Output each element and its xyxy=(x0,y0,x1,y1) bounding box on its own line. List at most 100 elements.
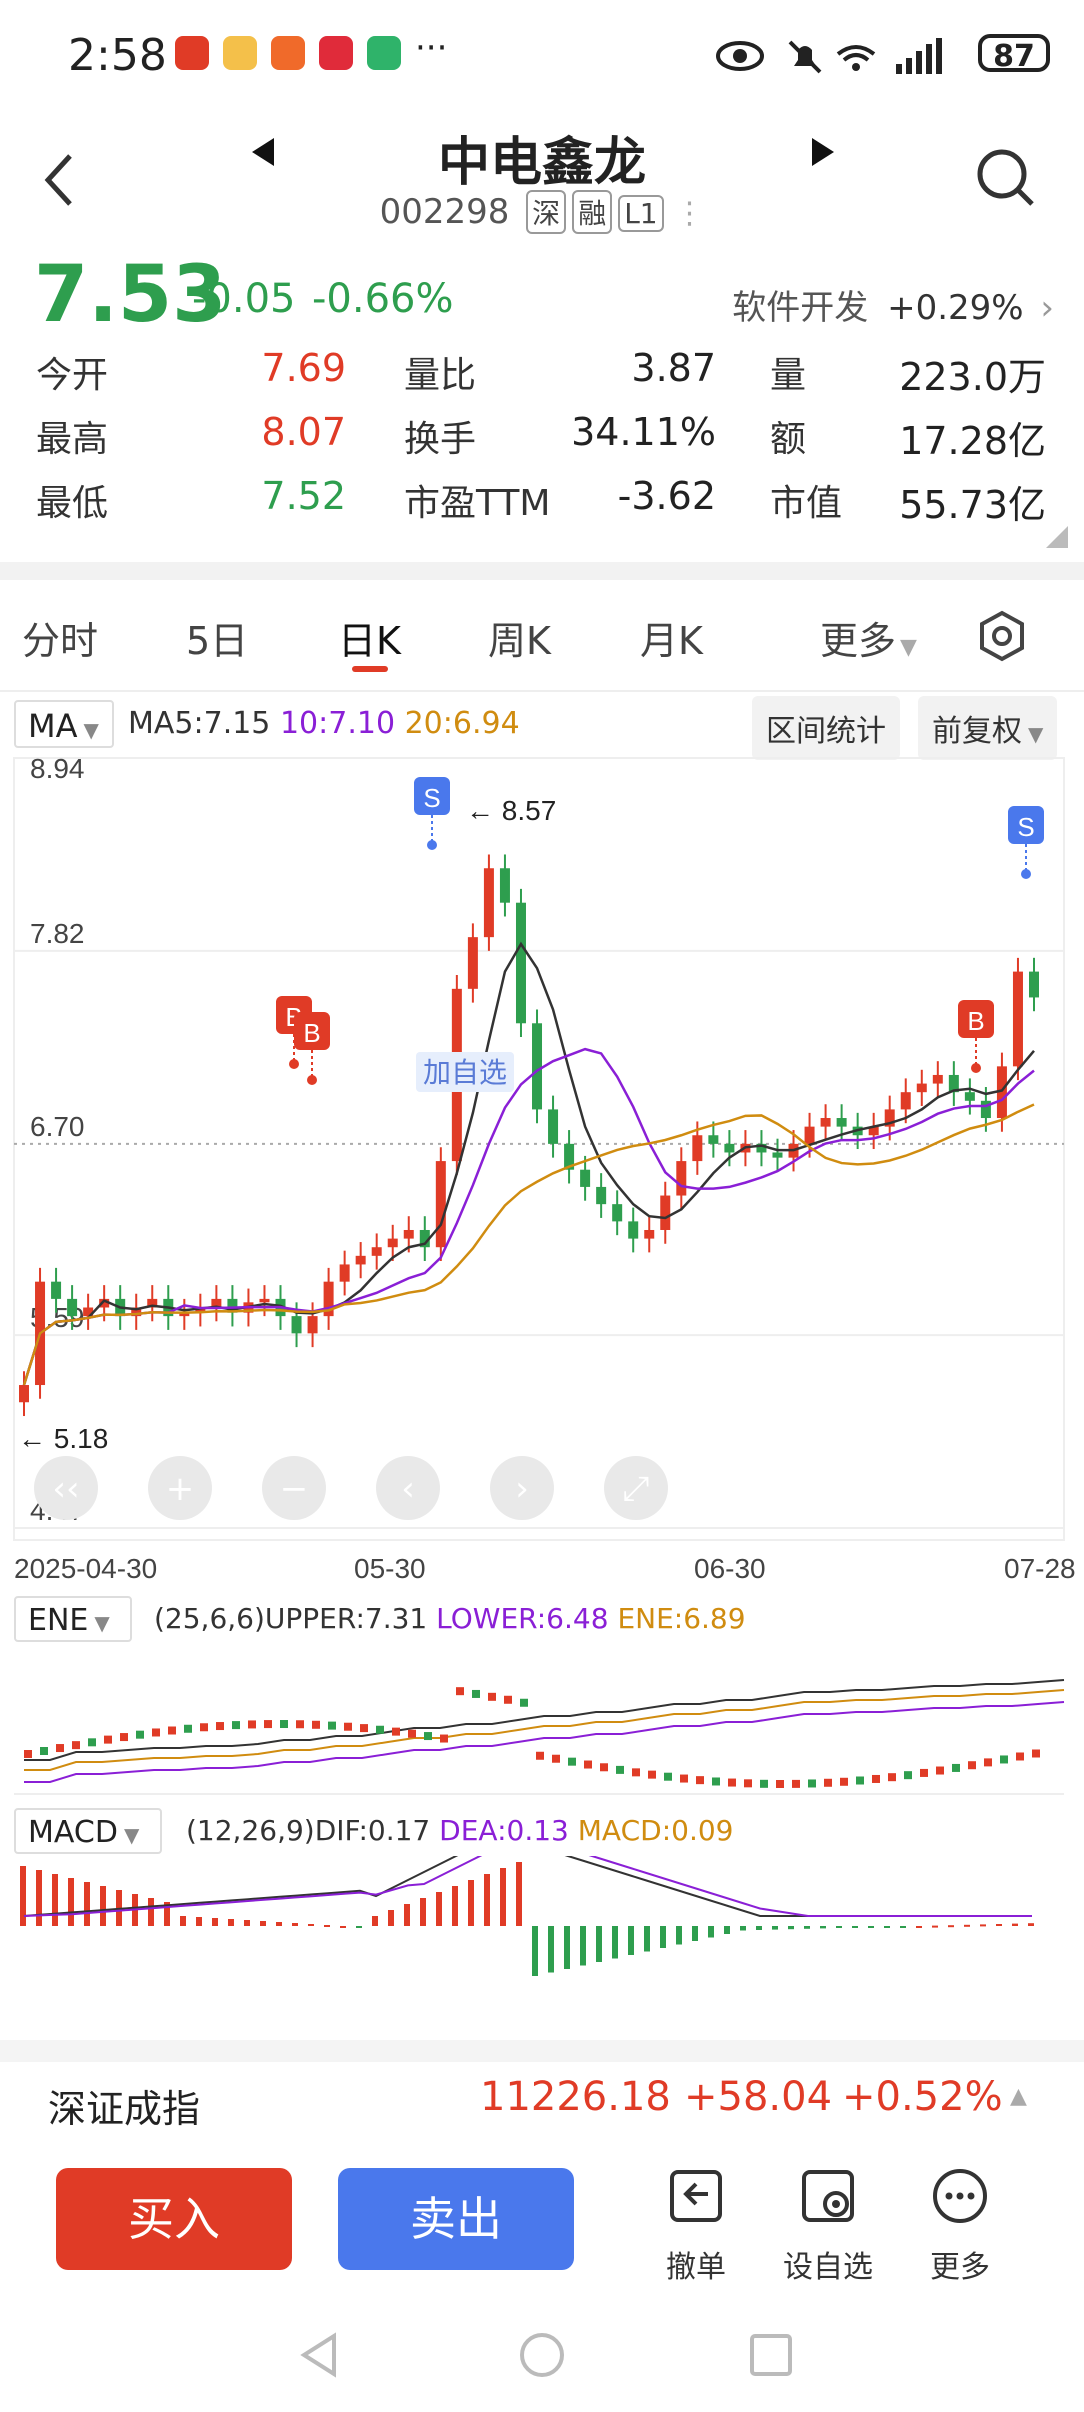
ene-candle xyxy=(152,1728,160,1737)
macd-chart[interactable] xyxy=(0,1856,1084,2016)
search-icon[interactable] xyxy=(976,148,1036,210)
candle-body xyxy=(708,1135,719,1144)
ene-candle xyxy=(616,1765,624,1774)
macd-bar xyxy=(340,1926,346,1928)
ene-candle xyxy=(568,1757,576,1766)
quote-value: -3.62 xyxy=(617,474,716,518)
ene-candle xyxy=(584,1760,592,1769)
ene-candle xyxy=(760,1779,768,1788)
ene-candle xyxy=(264,1720,272,1729)
ene-candle xyxy=(232,1721,240,1730)
tab-more[interactable]: 更多 ▼ xyxy=(820,610,917,665)
more-dots-icon[interactable]: ⋮ xyxy=(674,196,704,231)
status-time: 2:58 xyxy=(68,30,167,81)
more-actions-label: 更多 xyxy=(930,2250,990,2285)
tab-intraday[interactable]: 分时 xyxy=(22,610,98,665)
ene-candle xyxy=(680,1774,688,1783)
ene-candle xyxy=(248,1720,256,1729)
kline-chart[interactable]: 8.947.826.705.594.47← 8.57← 5.18SSBBB加自选… xyxy=(0,750,1084,1580)
set-watch-button[interactable]: 设自选 xyxy=(768,2168,888,2286)
macd-bar xyxy=(84,1882,90,1926)
candle-body xyxy=(548,1109,559,1144)
candle-body xyxy=(291,1316,302,1334)
macd-bar xyxy=(612,1926,618,1959)
macd-bar xyxy=(532,1926,538,1976)
nav-home-icon[interactable] xyxy=(520,2333,564,2377)
indicator-select[interactable]: MA ▼ xyxy=(14,700,114,748)
candle-body xyxy=(836,1118,847,1127)
candle-body xyxy=(483,868,494,938)
buy-signal-text: B xyxy=(967,1006,984,1036)
quote-value: 223.0万 xyxy=(899,355,1046,399)
ene-candle xyxy=(776,1779,784,1788)
macd-bar xyxy=(932,1925,938,1928)
candle-body xyxy=(387,1238,398,1248)
ene-candle xyxy=(536,1751,544,1760)
y-tick-label: 6.70 xyxy=(30,1111,85,1142)
pan-right-icon: › xyxy=(515,1469,529,1509)
battery-level: 87 xyxy=(978,34,1050,74)
ene-candle xyxy=(888,1773,896,1782)
ma10-value: 10:7.10 xyxy=(279,706,396,741)
quote-label: 额 xyxy=(770,419,807,460)
macd-bar xyxy=(548,1926,554,1973)
macd-bar xyxy=(996,1924,1002,1926)
index-name[interactable]: 深证成指 xyxy=(48,2078,200,2133)
index-value: 11226.18 xyxy=(480,2074,671,2120)
tag-margin: 融 xyxy=(572,190,613,234)
macd-bar xyxy=(500,1868,506,1926)
ene-chart[interactable] xyxy=(0,1640,1084,1800)
macd-bar xyxy=(756,1926,762,1930)
ma-readout: MA5:7.15 10:7.10 20:6.94 xyxy=(128,706,520,741)
index-change: +58.04 xyxy=(684,2074,833,2120)
macd-bar xyxy=(964,1924,970,1927)
candle-body xyxy=(772,1152,783,1158)
tab-weekly-k[interactable]: 周K xyxy=(488,610,551,665)
macd-bar xyxy=(100,1886,106,1926)
candle-body xyxy=(532,1023,543,1110)
candle-body xyxy=(660,1195,671,1230)
candle-body xyxy=(51,1281,62,1299)
quote-value: 34.11% xyxy=(571,410,716,454)
quote-label: 市盈TTM xyxy=(404,483,551,524)
set-watch-label: 设自选 xyxy=(783,2250,873,2285)
settings-icon[interactable] xyxy=(976,610,1028,662)
macd-name: MACD xyxy=(28,1815,118,1850)
sector-pct: +0.29% xyxy=(887,288,1024,328)
expand-up-icon[interactable]: ▲ xyxy=(1010,2084,1027,2109)
ene-candle xyxy=(1000,1755,1008,1764)
ene-candle xyxy=(1032,1749,1040,1758)
macd-select[interactable]: MACD ▼ xyxy=(14,1808,162,1854)
macd-bar xyxy=(628,1926,634,1955)
tab-daily-k[interactable]: 日K xyxy=(338,610,401,665)
ene-select[interactable]: ENE ▼ xyxy=(14,1596,132,1642)
pan-left-icon: ‹ xyxy=(401,1469,415,1509)
macd-bar xyxy=(1012,1923,1018,1926)
more-actions-button[interactable]: 更多 xyxy=(900,2168,1020,2286)
macd-bar xyxy=(468,1880,474,1926)
buy-button[interactable]: 买入 xyxy=(56,2168,292,2270)
cancel-order-button[interactable]: 撤单 xyxy=(636,2168,756,2286)
macd-bar xyxy=(36,1870,42,1926)
ene-candle xyxy=(88,1738,96,1747)
tab-5day[interactable]: 5日 xyxy=(186,610,248,665)
ene-candle xyxy=(24,1750,32,1758)
price-change: -0.05 xyxy=(192,276,296,322)
ene-candle xyxy=(824,1778,832,1787)
ma5-line xyxy=(22,941,1035,1386)
macd-bar xyxy=(580,1926,586,1966)
nav-recents-icon[interactable] xyxy=(750,2334,792,2376)
expand-corner-icon[interactable] xyxy=(1046,526,1068,548)
candle-body xyxy=(307,1316,318,1334)
tab-monthly-k[interactable]: 月K xyxy=(640,610,703,665)
sell-button[interactable]: 卖出 xyxy=(338,2168,574,2270)
ene-candle xyxy=(1016,1752,1024,1761)
rewind-icon: ‹‹ xyxy=(52,1469,79,1509)
sector-link[interactable]: 软件开发 +0.29% › xyxy=(732,280,1054,329)
ene-candle xyxy=(280,1720,288,1729)
candle-body xyxy=(612,1204,623,1222)
nav-back-icon[interactable] xyxy=(300,2332,336,2378)
quote-label: 最低 xyxy=(36,483,109,524)
macd-bar xyxy=(404,1904,410,1926)
caret-down-icon: ▼ xyxy=(83,718,99,742)
